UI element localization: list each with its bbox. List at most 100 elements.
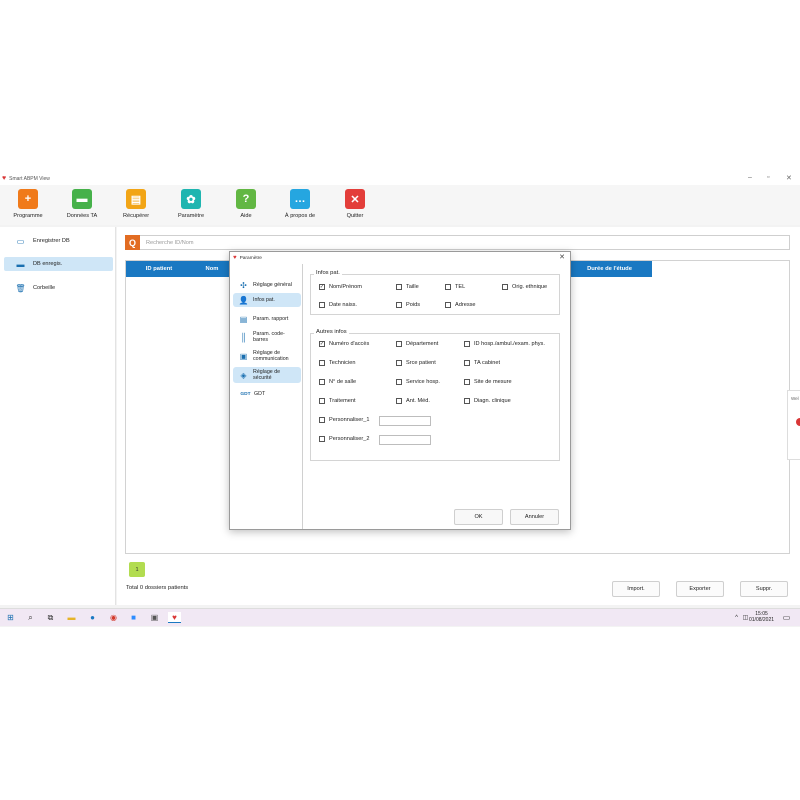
start-icon[interactable]: ⊞ (5, 612, 16, 623)
checkbox-adresse[interactable]: Adresse (445, 302, 476, 308)
toolbar-button-programme[interactable]: + Programme (3, 189, 53, 219)
user-icon: 👤 (238, 295, 249, 305)
minimize-icon[interactable]: – (748, 174, 752, 181)
checkbox-numero-acces[interactable]: ✓ Numéro d'accès (319, 341, 369, 347)
toolbar-button-donnees-ta[interactable]: ▬ Données TA (57, 189, 107, 219)
checkbox-icon[interactable] (464, 360, 470, 366)
sidebar-item-db-enregis[interactable]: ▬ DB enregis. (4, 257, 113, 271)
column-header-nom[interactable]: Nom (192, 261, 232, 277)
background-window-edge: Wel (787, 390, 800, 460)
checkbox-label: Date naiss. (329, 302, 357, 308)
checkbox-icon[interactable] (445, 302, 451, 308)
checkbox-icon[interactable]: ✓ (319, 341, 325, 347)
checkbox-icon[interactable] (396, 398, 402, 404)
search-input[interactable]: Recherche ID/Nom (146, 240, 194, 246)
toolbar-button-quitter[interactable]: ✕ Quitter (330, 189, 380, 219)
nav-item-param-code-barres[interactable]: ║ Param. code-barres (233, 329, 301, 345)
checkbox-technicien[interactable]: Technicien (319, 360, 355, 366)
checkbox-personnaliser-1[interactable]: Personnaliser_1 (319, 417, 369, 423)
checkbox-icon[interactable] (396, 379, 402, 385)
dialog-title: Paramètre (239, 255, 262, 261)
checkbox-ant-med[interactable]: Ant. Méd. (396, 398, 430, 404)
checkbox-label: Ant. Méd. (406, 398, 430, 404)
checkbox-icon[interactable] (319, 417, 325, 423)
zoom-icon[interactable]: ■ (128, 612, 139, 623)
checkbox-tel[interactable]: TEL (445, 284, 465, 290)
maximize-icon[interactable]: ▫ (767, 174, 769, 181)
checkbox-icon[interactable] (319, 436, 325, 442)
checkbox-srce-patient[interactable]: Srce patient (396, 360, 436, 366)
checkbox-diagn-clinique[interactable]: Diagn. clinique (464, 398, 511, 404)
checkbox-traitement[interactable]: Traitement (319, 398, 356, 404)
checkbox-nom-prenom[interactable]: ✓ Nom/Prénom (319, 284, 362, 290)
checkbox-taille[interactable]: Taille (396, 284, 419, 290)
checkbox-icon[interactable] (319, 398, 325, 404)
checkbox-icon[interactable] (445, 284, 451, 290)
search-icon[interactable]: ⌕ (25, 612, 36, 623)
search-bar[interactable]: Q Recherche ID/Nom (125, 235, 790, 250)
smart-abpm-taskbar-icon[interactable]: ♥ (168, 612, 181, 623)
column-header-id-patient[interactable]: ID patient (126, 261, 192, 277)
checkbox-label: TEL (455, 284, 466, 290)
checkbox-service-hosp[interactable]: Service hosp. (396, 379, 440, 385)
nav-item-param-rapport[interactable]: ▤ Param. rapport (233, 312, 301, 326)
checkbox-icon[interactable] (319, 360, 325, 366)
checkbox-icon[interactable] (319, 379, 325, 385)
file-explorer-icon[interactable]: ▬ (66, 612, 77, 623)
checkbox-date-naiss[interactable]: Date naiss. (319, 302, 357, 308)
notification-icon[interactable]: ▭ (781, 612, 792, 623)
checkbox-poids[interactable]: Poids (396, 302, 420, 308)
personnaliser-1-input[interactable] (379, 416, 431, 426)
dialog-close-icon[interactable]: ✕ (559, 253, 565, 261)
checkbox-icon[interactable] (319, 302, 325, 308)
checkbox-icon[interactable] (502, 284, 508, 290)
checkbox-ta-cabinet[interactable]: TA cabinet (464, 360, 500, 366)
checkbox-icon[interactable] (396, 341, 402, 347)
folder-icon: ▬ (72, 189, 92, 209)
checkbox-n-de-salle[interactable]: N° de salle (319, 379, 356, 385)
nav-item-reglage-communication[interactable]: ▣ Réglage de communication (233, 348, 301, 364)
sidebar-item-enregistrer-db[interactable]: ▭ Enregistrer DB (4, 234, 113, 248)
toolbar-button-recuperer[interactable]: ▤ Récupérer (111, 189, 161, 219)
checkbox-id-hosp[interactable]: ID hosp./ambul./exam. phys. (464, 341, 545, 347)
export-button[interactable]: Exporter (676, 581, 724, 597)
ok-button[interactable]: OK (454, 509, 503, 525)
nav-item-gdt[interactable]: GDT GDT (233, 387, 301, 401)
chrome-icon[interactable]: ◉ (108, 612, 119, 623)
checkbox-icon[interactable] (464, 379, 470, 385)
nav-item-label: Réglage de communication (253, 350, 289, 362)
page-button[interactable]: 1 (129, 562, 145, 577)
checkbox-icon[interactable] (396, 302, 402, 308)
nav-item-reglage-securite[interactable]: ◈ Réglage de sécurité (233, 367, 301, 383)
checkbox-site-de-mesure[interactable]: Site de mesure (464, 379, 512, 385)
checkbox-icon[interactable] (464, 341, 470, 347)
checkbox-label: Srce patient (406, 360, 436, 366)
checkbox-icon[interactable] (396, 360, 402, 366)
toolbar-button-parametre[interactable]: ✿ Paramètre (166, 189, 216, 219)
toolbar-label: Paramètre (177, 213, 205, 219)
nav-item-infos-pat[interactable]: 👤 Infos pat. (233, 293, 301, 307)
search-icon[interactable]: Q (125, 235, 140, 250)
toolbar-button-aide[interactable]: ? Aide (221, 189, 271, 219)
personnaliser-2-input[interactable] (379, 435, 431, 445)
edge-icon[interactable]: ● (87, 612, 98, 623)
sidebar-item-corbeille[interactable]: 🗑 Corbeille (4, 281, 113, 295)
checkbox-label: Numéro d'accès (329, 341, 370, 347)
import-button[interactable]: Import. (612, 581, 660, 597)
window-icon[interactable]: ▣ (149, 612, 160, 623)
nav-item-reglage-general[interactable]: ✣ Réglage général (233, 278, 301, 292)
task-view-icon[interactable]: ⧉ (45, 612, 56, 623)
checkbox-icon[interactable] (396, 284, 402, 290)
close-window-icon[interactable]: ✕ (786, 174, 792, 182)
system-clock[interactable]: 15:05 01/08/2021 (749, 611, 774, 623)
checkbox-orig-ethnique[interactable]: Orig. ethnique (502, 284, 547, 290)
checkbox-icon[interactable] (464, 398, 470, 404)
checkbox-personnaliser-2[interactable]: Personnaliser_2 (319, 436, 369, 442)
toolbar-button-a-propos[interactable]: … À propos de (275, 189, 325, 219)
checkbox-departement[interactable]: Département (396, 341, 438, 347)
checkbox-label: Personnaliser_2 (329, 436, 370, 442)
checkbox-icon[interactable]: ✓ (319, 284, 325, 290)
cancel-button[interactable]: Annuler (510, 509, 559, 525)
delete-button[interactable]: Suppr. (740, 581, 788, 597)
column-header-duree[interactable]: Durée de l'étude (567, 261, 652, 277)
